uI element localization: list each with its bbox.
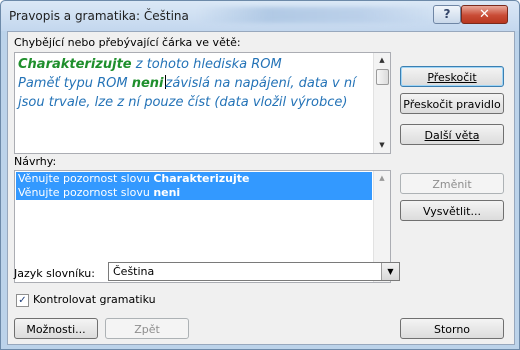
cancel-button[interactable]: Storno: [400, 318, 504, 339]
help-button[interactable]: ?: [433, 5, 461, 24]
sentence-part-1: z tohoto hlediska ROM: [131, 57, 282, 72]
sentence-scrollbar[interactable]: ▲ ▼: [373, 53, 390, 153]
sentence-part-2: Paměť typu ROM: [18, 76, 132, 91]
suggestion-text: Věnujte pozornost slovu: [18, 186, 154, 199]
error-word-1[interactable]: Charakterizujte: [18, 57, 132, 72]
scroll-down-icon[interactable]: ▼: [374, 138, 390, 153]
scroll-up-icon[interactable]: ▲: [374, 53, 390, 68]
sentence-box[interactable]: Charakterizujte z tohoto hlediska ROM Pa…: [14, 52, 391, 154]
language-select[interactable]: Čeština ▼: [108, 262, 400, 281]
options-label: Možnosti...: [26, 323, 86, 336]
title-bar-blur: [197, 7, 437, 23]
scroll-up-icon[interactable]: ▲: [374, 171, 390, 186]
scroll-thumb[interactable]: [376, 69, 389, 85]
title-bar[interactable]: Pravopis a gramatika: Čeština ? ✕: [1, 1, 519, 31]
window-title: Pravopis a gramatika: Čeština: [9, 9, 189, 23]
suggestion-text: Věnujte pozornost slovu: [18, 172, 154, 185]
check-grammar-checkbox[interactable]: ✓: [16, 294, 29, 307]
back-button[interactable]: Zpět: [105, 318, 189, 339]
suggestion-item-2[interactable]: Věnujte pozornost slovu neni: [16, 186, 372, 200]
close-button[interactable]: ✕: [461, 5, 508, 24]
cancel-label: Storno: [433, 323, 471, 336]
suggestions-label: Návrhy:: [14, 155, 57, 168]
change-label: Změnit: [432, 178, 472, 191]
change-button[interactable]: Změnit: [400, 173, 504, 194]
options-button[interactable]: Možnosti...: [14, 318, 98, 339]
chevron-down-icon[interactable]: ▼: [381, 263, 399, 280]
issue-label: Chybějící nebo přebývající čárka ve větě…: [14, 36, 241, 49]
help-icon: ?: [443, 7, 451, 21]
next-sentence-label: Další věta: [424, 129, 480, 142]
skip-button[interactable]: Přeskočit: [400, 66, 504, 87]
sentence-text: Charakterizujte z tohoto hlediska ROM Pa…: [18, 55, 370, 112]
sentence-part-4: jsou trvale, lze z ní pouze číst (data v…: [18, 95, 348, 110]
skip-rule-label: Přeskočit pravidlo: [403, 98, 501, 111]
check-grammar-label[interactable]: Kontrolovat gramatiku: [33, 293, 156, 306]
suggestion-word: Charakterizujte: [153, 172, 250, 185]
suggestion-word: neni: [153, 186, 181, 199]
explain-button[interactable]: Vysvětlit...: [400, 200, 504, 221]
close-icon: ✕: [479, 7, 490, 22]
next-sentence-button[interactable]: Další věta: [400, 124, 504, 145]
language-label: Jazyk slovníku:: [14, 267, 95, 280]
sentence-part-3: závislá na napájení, data v ní: [165, 76, 356, 91]
back-label: Zpět: [134, 323, 160, 336]
checkmark-icon: ✓: [18, 295, 27, 306]
skip-label: Přeskočit: [427, 71, 477, 84]
skip-rule-button[interactable]: Přeskočit pravidlo: [400, 93, 504, 114]
suggestion-item-1[interactable]: Věnujte pozornost slovu Charakterizujte: [16, 172, 372, 186]
dialog-body: Chybějící nebo přebývající čárka ve větě…: [7, 31, 515, 345]
explain-label: Vysvětlit...: [423, 205, 481, 218]
language-value: Čeština: [113, 265, 155, 278]
spelling-grammar-dialog: Pravopis a gramatika: Čeština ? ✕ Chyběj…: [0, 0, 520, 350]
error-word-2[interactable]: neni: [132, 76, 164, 91]
